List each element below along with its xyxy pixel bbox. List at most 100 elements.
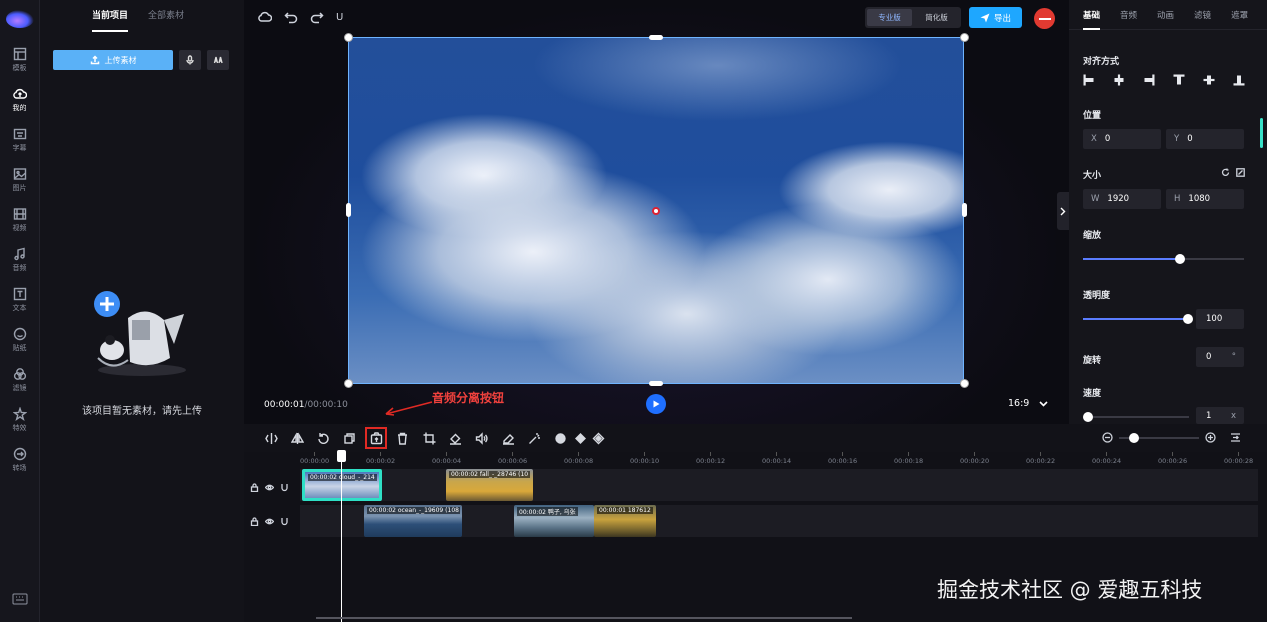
tab-audio[interactable]: 音频 (1120, 9, 1137, 29)
record-audio-button[interactable] (179, 50, 201, 70)
align-top-icon[interactable] (1173, 74, 1185, 86)
lock-icon[interactable] (250, 483, 259, 492)
zoom-slider-knob[interactable] (1129, 432, 1139, 443)
nav-effect[interactable]: 特效 (0, 400, 39, 440)
mode-simple-button[interactable]: 简化版 (914, 9, 959, 26)
scale-slider-knob[interactable] (1174, 254, 1185, 264)
nav-caption[interactable]: 字幕 (0, 120, 39, 160)
position-x-field[interactable]: X0 (1083, 129, 1161, 149)
resize-handle-top[interactable] (649, 35, 663, 40)
play-button[interactable] (646, 394, 666, 414)
timeline-clip[interactable]: 00:00:02 cloud_-_214 (302, 469, 382, 501)
split-button[interactable] (263, 430, 279, 446)
tab-current-project[interactable]: 当前项目 (92, 0, 129, 34)
opacity-slider[interactable] (1083, 314, 1193, 324)
resize-handle-left[interactable] (346, 203, 351, 217)
zoom-in-icon[interactable] (1205, 432, 1216, 443)
rotate-button[interactable] (315, 430, 331, 446)
nav-audio[interactable]: 音频 (0, 240, 39, 280)
cloud-save-icon[interactable] (258, 10, 272, 24)
reset-icon[interactable] (1221, 168, 1230, 177)
export-button[interactable]: 导出 (969, 7, 1022, 28)
align-center-horizontal-icon[interactable] (1113, 74, 1125, 86)
expand-props-panel-button[interactable] (1057, 192, 1069, 230)
mirror-button[interactable] (289, 430, 305, 446)
redo-icon[interactable] (310, 10, 324, 24)
nav-filter[interactable]: 滤镜 (0, 360, 39, 400)
nav-sticker[interactable]: 贴纸 (0, 320, 39, 360)
keyframe-next-button[interactable] (590, 430, 606, 446)
timeline-clip[interactable]: 00:00:02 ocean_-_19609 (108 (364, 505, 462, 537)
delete-button[interactable] (394, 430, 410, 446)
fit-timeline-icon[interactable] (1230, 432, 1241, 443)
audio-separate-button[interactable] (365, 427, 387, 449)
zoom-out-icon[interactable] (1102, 432, 1113, 443)
diamond-outline-icon (592, 432, 604, 444)
width-field[interactable]: W 1920 (1083, 189, 1161, 209)
resize-handle-bottom[interactable] (649, 381, 663, 386)
timeline-clip[interactable]: 00:00:01 187612 (594, 505, 656, 537)
nav-text[interactable]: 文本 (0, 280, 39, 320)
timeline-clip[interactable]: 00:00:02 鸭子, 乌张 (514, 505, 594, 537)
time-ruler[interactable]: 00:00:00 00:00:02 00:00:04 00:00:06 00:00:08… (300, 452, 1267, 466)
opacity-slider-knob[interactable] (1183, 314, 1193, 324)
magnet-icon[interactable] (280, 483, 289, 492)
text-to-speech-button[interactable] (207, 50, 229, 70)
align-left-icon[interactable] (1083, 74, 1095, 86)
speed-slider[interactable] (1083, 412, 1189, 422)
height-field[interactable]: H 1080 (1166, 189, 1244, 209)
opacity-input[interactable]: 100 (1196, 309, 1244, 329)
align-center-vertical-icon[interactable] (1203, 74, 1215, 86)
magic-button[interactable] (526, 430, 542, 446)
timeline-clip[interactable]: 00:00:02 fall_-_28746 (10 (446, 469, 533, 501)
keyframe-add-button[interactable] (552, 430, 568, 446)
nav-image[interactable]: 图片 (0, 160, 39, 200)
zoom-slider[interactable] (1119, 432, 1199, 443)
align-right-icon[interactable] (1143, 74, 1155, 86)
eye-icon[interactable] (265, 483, 274, 492)
nav-video[interactable]: 视频 (0, 200, 39, 240)
rotate-input[interactable]: 0 ° (1196, 347, 1244, 367)
nav-mine[interactable]: 我的 (0, 80, 39, 120)
keyboard-shortcuts-button[interactable] (12, 593, 28, 608)
video-track-1[interactable]: 00:00:02 cloud_-_214 00:00:02 fall_-_287… (300, 469, 1258, 501)
tab-all-assets[interactable]: 全部素材 (148, 0, 184, 34)
eraser-button[interactable] (500, 430, 516, 446)
eye-icon[interactable] (265, 517, 274, 526)
tab-animation[interactable]: 动画 (1157, 9, 1174, 29)
crop-button[interactable] (421, 430, 437, 446)
tab-mask[interactable]: 遮罩 (1231, 9, 1248, 29)
tab-basic[interactable]: 基础 (1083, 9, 1101, 30)
copy-button[interactable] (341, 430, 357, 446)
resize-handle-top-right[interactable] (960, 33, 969, 42)
scale-slider[interactable] (1083, 254, 1244, 264)
resize-handle-bottom-left[interactable] (344, 379, 353, 388)
resize-handle-bottom-right[interactable] (960, 379, 969, 388)
nav-transition[interactable]: 转场 (0, 440, 39, 480)
rotation-center-handle[interactable] (652, 207, 660, 215)
color-fill-button[interactable] (447, 430, 463, 446)
mode-pro-button[interactable]: 专业版 (867, 9, 912, 26)
volume-button[interactable] (473, 430, 489, 446)
undo-icon[interactable] (284, 10, 298, 24)
keyframe-prev-button[interactable] (572, 430, 588, 446)
resize-handle-right[interactable] (962, 203, 967, 217)
tab-filter[interactable]: 滤镜 (1194, 9, 1211, 29)
nav-template[interactable]: 模板 (0, 40, 39, 80)
user-avatar[interactable] (1034, 8, 1055, 29)
align-bottom-icon[interactable] (1233, 74, 1245, 86)
timeline-horizontal-scrollbar[interactable] (316, 617, 852, 619)
props-scroll-indicator[interactable] (1260, 118, 1263, 148)
position-y-field[interactable]: Y0 (1166, 129, 1244, 149)
video-track-2[interactable]: 00:00:02 ocean_-_19609 (108 00:00:02 鸭子,… (300, 505, 1258, 537)
aspect-ratio-select[interactable]: 16:9 (1008, 398, 1048, 409)
speed-input[interactable]: 1 x (1196, 407, 1244, 424)
fit-icon[interactable] (1236, 168, 1245, 177)
upload-assets-button[interactable]: 上传素材 (53, 50, 173, 70)
magnet-icon[interactable] (280, 517, 289, 526)
speed-slider-knob[interactable] (1083, 412, 1093, 422)
resize-handle-top-left[interactable] (344, 33, 353, 42)
underline-button[interactable]: U (336, 12, 343, 23)
playhead[interactable] (341, 452, 342, 622)
lock-icon[interactable] (250, 517, 259, 526)
